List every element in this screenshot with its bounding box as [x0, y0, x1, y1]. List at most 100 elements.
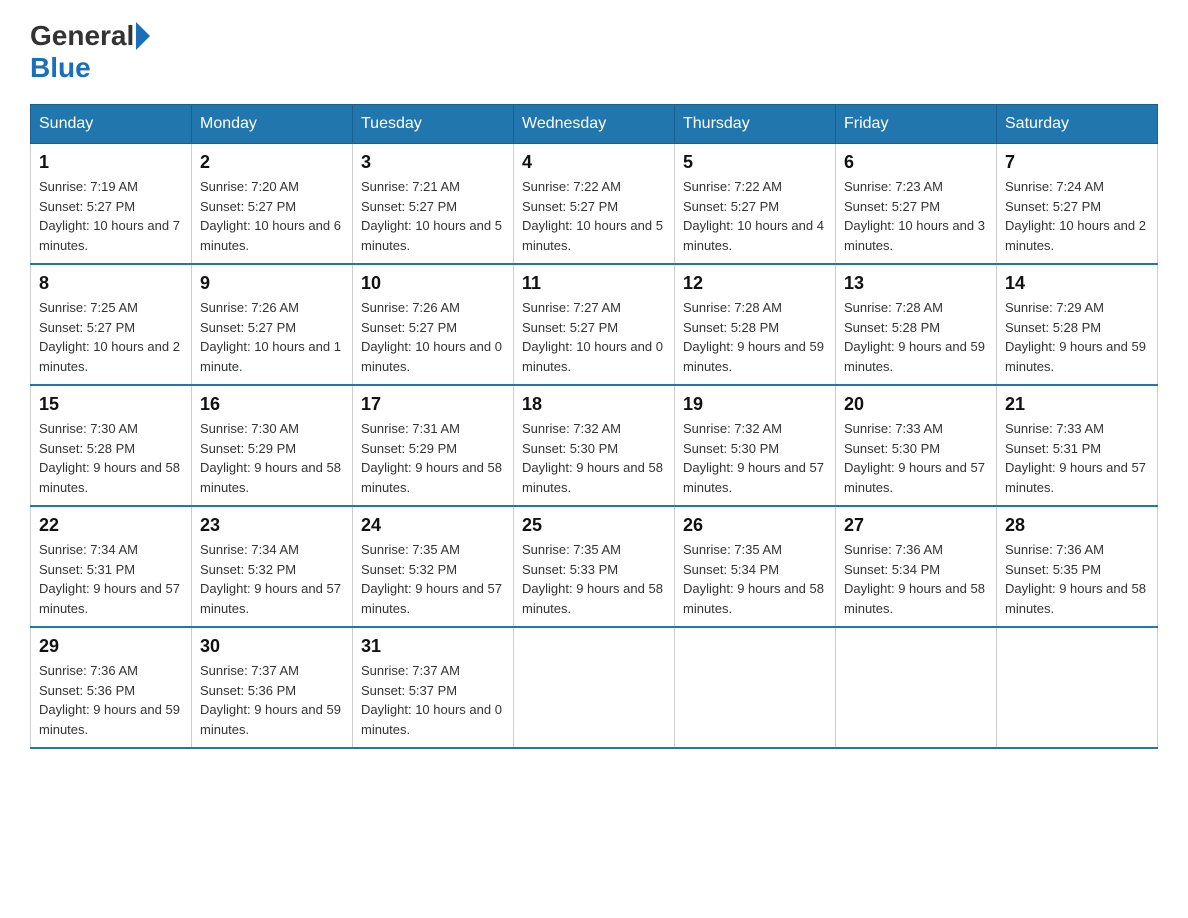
day-info: Sunrise: 7:30 AMSunset: 5:29 PMDaylight:… — [200, 421, 341, 495]
day-cell: 3 Sunrise: 7:21 AMSunset: 5:27 PMDayligh… — [353, 144, 514, 265]
day-number: 10 — [361, 273, 505, 294]
day-cell: 31 Sunrise: 7:37 AMSunset: 5:37 PMDaylig… — [353, 627, 514, 748]
day-header-sunday: Sunday — [31, 105, 192, 144]
day-number: 23 — [200, 515, 344, 536]
day-info: Sunrise: 7:24 AMSunset: 5:27 PMDaylight:… — [1005, 179, 1146, 253]
day-cell: 19 Sunrise: 7:32 AMSunset: 5:30 PMDaylig… — [675, 385, 836, 506]
day-info: Sunrise: 7:23 AMSunset: 5:27 PMDaylight:… — [844, 179, 985, 253]
day-cell: 27 Sunrise: 7:36 AMSunset: 5:34 PMDaylig… — [836, 506, 997, 627]
day-info: Sunrise: 7:34 AMSunset: 5:32 PMDaylight:… — [200, 542, 341, 616]
day-info: Sunrise: 7:28 AMSunset: 5:28 PMDaylight:… — [683, 300, 824, 374]
day-info: Sunrise: 7:28 AMSunset: 5:28 PMDaylight:… — [844, 300, 985, 374]
day-cell: 12 Sunrise: 7:28 AMSunset: 5:28 PMDaylig… — [675, 264, 836, 385]
day-info: Sunrise: 7:34 AMSunset: 5:31 PMDaylight:… — [39, 542, 180, 616]
day-number: 21 — [1005, 394, 1149, 415]
day-cell: 5 Sunrise: 7:22 AMSunset: 5:27 PMDayligh… — [675, 144, 836, 265]
day-cell: 30 Sunrise: 7:37 AMSunset: 5:36 PMDaylig… — [192, 627, 353, 748]
week-row-3: 15 Sunrise: 7:30 AMSunset: 5:28 PMDaylig… — [31, 385, 1158, 506]
day-number: 19 — [683, 394, 827, 415]
day-number: 29 — [39, 636, 183, 657]
day-number: 6 — [844, 152, 988, 173]
day-number: 26 — [683, 515, 827, 536]
day-header-monday: Monday — [192, 105, 353, 144]
day-cell: 4 Sunrise: 7:22 AMSunset: 5:27 PMDayligh… — [514, 144, 675, 265]
logo-arrow-icon — [136, 22, 150, 50]
day-info: Sunrise: 7:29 AMSunset: 5:28 PMDaylight:… — [1005, 300, 1146, 374]
calendar-table: SundayMondayTuesdayWednesdayThursdayFrid… — [30, 104, 1158, 749]
day-info: Sunrise: 7:36 AMSunset: 5:35 PMDaylight:… — [1005, 542, 1146, 616]
day-cell: 10 Sunrise: 7:26 AMSunset: 5:27 PMDaylig… — [353, 264, 514, 385]
day-number: 30 — [200, 636, 344, 657]
day-number: 3 — [361, 152, 505, 173]
day-cell: 21 Sunrise: 7:33 AMSunset: 5:31 PMDaylig… — [997, 385, 1158, 506]
day-info: Sunrise: 7:33 AMSunset: 5:31 PMDaylight:… — [1005, 421, 1146, 495]
week-row-1: 1 Sunrise: 7:19 AMSunset: 5:27 PMDayligh… — [31, 144, 1158, 265]
day-cell: 13 Sunrise: 7:28 AMSunset: 5:28 PMDaylig… — [836, 264, 997, 385]
day-cell — [675, 627, 836, 748]
day-cell: 7 Sunrise: 7:24 AMSunset: 5:27 PMDayligh… — [997, 144, 1158, 265]
day-header-tuesday: Tuesday — [353, 105, 514, 144]
day-header-wednesday: Wednesday — [514, 105, 675, 144]
day-cell: 17 Sunrise: 7:31 AMSunset: 5:29 PMDaylig… — [353, 385, 514, 506]
day-header-friday: Friday — [836, 105, 997, 144]
day-header-thursday: Thursday — [675, 105, 836, 144]
day-info: Sunrise: 7:27 AMSunset: 5:27 PMDaylight:… — [522, 300, 663, 374]
week-row-4: 22 Sunrise: 7:34 AMSunset: 5:31 PMDaylig… — [31, 506, 1158, 627]
day-number: 22 — [39, 515, 183, 536]
week-row-2: 8 Sunrise: 7:25 AMSunset: 5:27 PMDayligh… — [31, 264, 1158, 385]
day-info: Sunrise: 7:21 AMSunset: 5:27 PMDaylight:… — [361, 179, 502, 253]
day-cell: 28 Sunrise: 7:36 AMSunset: 5:35 PMDaylig… — [997, 506, 1158, 627]
day-info: Sunrise: 7:31 AMSunset: 5:29 PMDaylight:… — [361, 421, 502, 495]
day-number: 9 — [200, 273, 344, 294]
day-number: 8 — [39, 273, 183, 294]
day-number: 1 — [39, 152, 183, 173]
day-cell: 15 Sunrise: 7:30 AMSunset: 5:28 PMDaylig… — [31, 385, 192, 506]
day-info: Sunrise: 7:36 AMSunset: 5:34 PMDaylight:… — [844, 542, 985, 616]
day-cell: 25 Sunrise: 7:35 AMSunset: 5:33 PMDaylig… — [514, 506, 675, 627]
day-header-saturday: Saturday — [997, 105, 1158, 144]
day-number: 17 — [361, 394, 505, 415]
day-cell: 16 Sunrise: 7:30 AMSunset: 5:29 PMDaylig… — [192, 385, 353, 506]
day-cell — [836, 627, 997, 748]
day-info: Sunrise: 7:25 AMSunset: 5:27 PMDaylight:… — [39, 300, 180, 374]
days-header-row: SundayMondayTuesdayWednesdayThursdayFrid… — [31, 105, 1158, 144]
day-cell: 26 Sunrise: 7:35 AMSunset: 5:34 PMDaylig… — [675, 506, 836, 627]
day-cell: 8 Sunrise: 7:25 AMSunset: 5:27 PMDayligh… — [31, 264, 192, 385]
day-number: 11 — [522, 273, 666, 294]
day-info: Sunrise: 7:35 AMSunset: 5:34 PMDaylight:… — [683, 542, 824, 616]
day-info: Sunrise: 7:33 AMSunset: 5:30 PMDaylight:… — [844, 421, 985, 495]
day-info: Sunrise: 7:32 AMSunset: 5:30 PMDaylight:… — [522, 421, 663, 495]
day-info: Sunrise: 7:32 AMSunset: 5:30 PMDaylight:… — [683, 421, 824, 495]
day-cell: 9 Sunrise: 7:26 AMSunset: 5:27 PMDayligh… — [192, 264, 353, 385]
day-info: Sunrise: 7:26 AMSunset: 5:27 PMDaylight:… — [200, 300, 341, 374]
day-cell: 22 Sunrise: 7:34 AMSunset: 5:31 PMDaylig… — [31, 506, 192, 627]
day-cell: 29 Sunrise: 7:36 AMSunset: 5:36 PMDaylig… — [31, 627, 192, 748]
day-number: 4 — [522, 152, 666, 173]
day-cell: 11 Sunrise: 7:27 AMSunset: 5:27 PMDaylig… — [514, 264, 675, 385]
day-number: 28 — [1005, 515, 1149, 536]
day-number: 31 — [361, 636, 505, 657]
logo-blue-text: Blue — [30, 52, 91, 84]
day-cell: 14 Sunrise: 7:29 AMSunset: 5:28 PMDaylig… — [997, 264, 1158, 385]
day-number: 15 — [39, 394, 183, 415]
day-info: Sunrise: 7:22 AMSunset: 5:27 PMDaylight:… — [522, 179, 663, 253]
day-cell: 18 Sunrise: 7:32 AMSunset: 5:30 PMDaylig… — [514, 385, 675, 506]
day-cell: 6 Sunrise: 7:23 AMSunset: 5:27 PMDayligh… — [836, 144, 997, 265]
day-number: 7 — [1005, 152, 1149, 173]
day-number: 12 — [683, 273, 827, 294]
day-info: Sunrise: 7:35 AMSunset: 5:32 PMDaylight:… — [361, 542, 502, 616]
day-info: Sunrise: 7:19 AMSunset: 5:27 PMDaylight:… — [39, 179, 180, 253]
page-header: General Blue — [30, 20, 1158, 84]
day-number: 18 — [522, 394, 666, 415]
day-info: Sunrise: 7:22 AMSunset: 5:27 PMDaylight:… — [683, 179, 824, 253]
day-number: 20 — [844, 394, 988, 415]
day-cell: 23 Sunrise: 7:34 AMSunset: 5:32 PMDaylig… — [192, 506, 353, 627]
day-number: 27 — [844, 515, 988, 536]
logo: General Blue — [30, 20, 152, 84]
day-info: Sunrise: 7:26 AMSunset: 5:27 PMDaylight:… — [361, 300, 502, 374]
day-cell: 2 Sunrise: 7:20 AMSunset: 5:27 PMDayligh… — [192, 144, 353, 265]
logo-general-text: General — [30, 20, 134, 52]
day-number: 5 — [683, 152, 827, 173]
day-cell: 1 Sunrise: 7:19 AMSunset: 5:27 PMDayligh… — [31, 144, 192, 265]
day-info: Sunrise: 7:36 AMSunset: 5:36 PMDaylight:… — [39, 663, 180, 737]
